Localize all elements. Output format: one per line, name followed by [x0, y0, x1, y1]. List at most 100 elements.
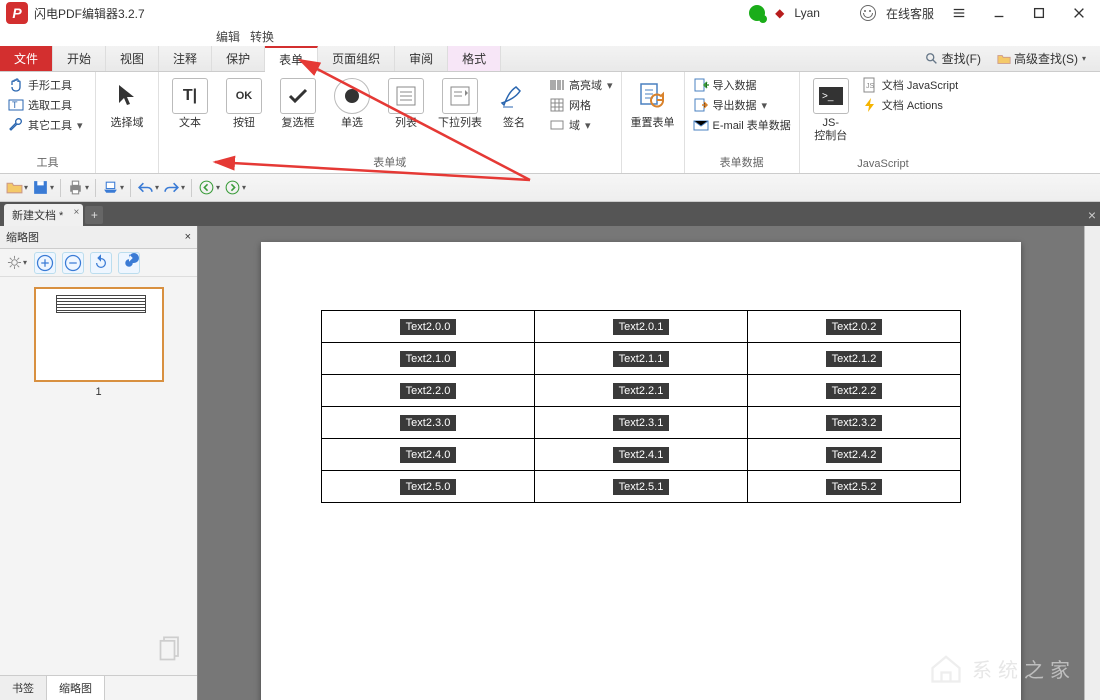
checkbox-field-button[interactable]: 复选框: [273, 76, 323, 132]
tab-file[interactable]: 文件: [0, 46, 53, 71]
scanner-icon: [102, 179, 119, 196]
cell-label: Text2.2.2: [826, 383, 883, 399]
form-cell[interactable]: Text2.3.1: [535, 407, 748, 439]
undo-button[interactable]: ▾: [137, 178, 159, 198]
redo-icon: [163, 179, 180, 196]
redo-button[interactable]: ▾: [163, 178, 185, 198]
form-cell[interactable]: Text2.0.1: [535, 311, 748, 343]
advanced-find-button[interactable]: 高级查找(S)▾: [991, 48, 1092, 69]
import-icon: [693, 77, 709, 93]
doc-js[interactable]: JS文档 JavaScript: [860, 76, 960, 94]
form-cell[interactable]: Text2.3.2: [748, 407, 961, 439]
thumbnails-tab[interactable]: 缩略图: [47, 676, 105, 700]
panel-options[interactable]: ▾: [6, 252, 28, 274]
bookmarks-tab[interactable]: 书签: [0, 676, 47, 700]
tab-protect[interactable]: 保护: [212, 46, 265, 71]
next-button[interactable]: ▾: [224, 178, 246, 198]
close-button[interactable]: [1064, 2, 1094, 24]
form-cell[interactable]: Text2.1.1: [535, 343, 748, 375]
close-all-tabs[interactable]: ×: [1088, 207, 1096, 223]
export-data[interactable]: 导出数据▾: [691, 96, 793, 114]
close-tab-icon[interactable]: ×: [74, 207, 80, 218]
vertical-scrollbar[interactable]: [1084, 226, 1100, 700]
rotate-cw[interactable]: [118, 252, 140, 274]
text-field-button[interactable]: T|文本: [165, 76, 215, 132]
menu-button[interactable]: [944, 2, 974, 24]
pdf-page: Text2.0.0Text2.0.1Text2.0.2Text2.1.0Text…: [261, 242, 1021, 700]
email-data[interactable]: E-mail 表单数据: [691, 116, 793, 134]
prev-button[interactable]: ▾: [198, 178, 220, 198]
cell-label: Text2.2.0: [400, 383, 457, 399]
document-tab-label: 新建文档 *: [12, 210, 63, 222]
form-cell[interactable]: Text2.2.2: [748, 375, 961, 407]
minimize-button[interactable]: [984, 2, 1014, 24]
print-button[interactable]: ▾: [67, 178, 89, 198]
cursor-icon: [113, 82, 141, 110]
scan-button[interactable]: ▾: [102, 178, 124, 198]
workspace: 缩略图 × ▾ 1 书签 缩略图 Text2.0.0Text2.0.1Text: [0, 226, 1100, 700]
rotate-ccw[interactable]: [90, 252, 112, 274]
cell-label: Text2.1.2: [826, 351, 883, 367]
tab-form[interactable]: 表单: [265, 46, 318, 72]
find-button[interactable]: 查找(F): [919, 48, 987, 69]
open-button[interactable]: ▾: [6, 178, 28, 198]
button-field-button[interactable]: OK按钮: [219, 76, 269, 132]
smile-icon[interactable]: [860, 5, 876, 21]
other-tools[interactable]: 其它工具▾: [6, 116, 85, 134]
form-cell[interactable]: Text2.5.1: [535, 471, 748, 503]
arrow-right-icon: [224, 179, 241, 196]
tab-home[interactable]: 开始: [53, 46, 106, 71]
page-thumbnail[interactable]: [34, 287, 164, 382]
form-cell[interactable]: Text2.4.1: [535, 439, 748, 471]
app-title: 闪电PDF编辑器3.2.7: [34, 5, 145, 22]
grid-toggle[interactable]: 网格: [547, 96, 615, 114]
reset-form-button[interactable]: 重置表单: [628, 76, 678, 132]
dropdown-field-button[interactable]: 下拉列表: [435, 76, 485, 132]
online-support[interactable]: 在线客服: [886, 5, 934, 22]
cell-label: Text2.3.2: [826, 415, 883, 431]
zoom-in-thumb[interactable]: [34, 252, 56, 274]
form-cell[interactable]: Text2.0.2: [748, 311, 961, 343]
sign-field-button[interactable]: 签名: [489, 76, 539, 132]
tab-comment[interactable]: 注释: [159, 46, 212, 71]
form-cell[interactable]: Text2.4.0: [322, 439, 535, 471]
form-cell[interactable]: Text2.5.2: [748, 471, 961, 503]
panel-close-icon[interactable]: ×: [185, 231, 191, 243]
form-cell[interactable]: Text2.1.0: [322, 343, 535, 375]
save-button[interactable]: ▾: [32, 178, 54, 198]
add-tab-button[interactable]: +: [85, 206, 103, 224]
canvas-scroll[interactable]: Text2.0.0Text2.0.1Text2.0.2Text2.1.0Text…: [198, 226, 1084, 700]
form-cell[interactable]: Text2.2.0: [322, 375, 535, 407]
main-tabs: 文件 开始 视图 注释 保护 表单 页面组织 审阅 格式 查找(F) 高级查找(…: [0, 46, 1100, 72]
form-cell[interactable]: Text2.4.2: [748, 439, 961, 471]
form-table: Text2.0.0Text2.0.1Text2.0.2Text2.1.0Text…: [321, 310, 961, 503]
zoom-out-thumb[interactable]: [62, 252, 84, 274]
import-data[interactable]: 导入数据: [691, 76, 793, 94]
submenu-edit[interactable]: 编辑: [216, 28, 240, 45]
tab-format[interactable]: 格式: [448, 46, 501, 71]
tab-view[interactable]: 视图: [106, 46, 159, 71]
select-tool[interactable]: T 选取工具: [6, 96, 85, 114]
wechat-icon[interactable]: [749, 5, 765, 21]
form-cell[interactable]: Text2.0.0: [322, 311, 535, 343]
form-cell[interactable]: Text2.5.0: [322, 471, 535, 503]
tab-review[interactable]: 审阅: [395, 46, 448, 71]
document-tab[interactable]: 新建文档 * ×: [4, 204, 83, 226]
form-cell[interactable]: Text2.1.2: [748, 343, 961, 375]
highlight-field[interactable]: 高亮域▾: [547, 76, 615, 94]
form-cell[interactable]: Text2.3.0: [322, 407, 535, 439]
select-field-button[interactable]: 选择域: [102, 76, 152, 132]
cell-label: Text2.4.1: [613, 447, 670, 463]
js-console-button[interactable]: >_ JS- 控制台: [806, 76, 856, 144]
hand-tool[interactable]: 手形工具: [6, 76, 85, 94]
submenu-convert[interactable]: 转换: [250, 28, 274, 45]
form-cell[interactable]: Text2.2.1: [535, 375, 748, 407]
doc-actions[interactable]: 文档 Actions: [860, 96, 960, 114]
rotate-left-icon: [91, 253, 111, 273]
radio-field-button[interactable]: 单选: [327, 76, 377, 132]
arrow-left-icon: [198, 179, 215, 196]
tab-page-org[interactable]: 页面组织: [318, 46, 395, 71]
list-field-button[interactable]: 列表: [381, 76, 431, 132]
maximize-button[interactable]: [1024, 2, 1054, 24]
field-menu[interactable]: 域▾: [547, 116, 615, 134]
